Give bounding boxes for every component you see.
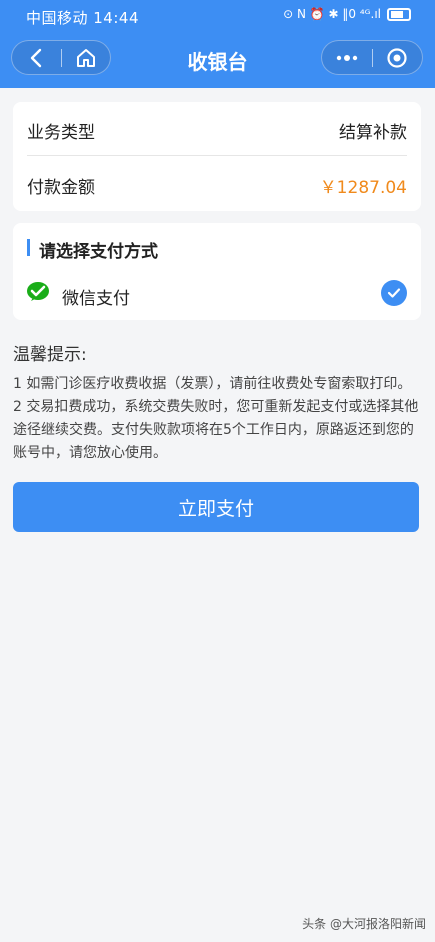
- order-info-card: 业务类型 结算补款 付款金额 ￥1287.04: [13, 102, 421, 211]
- business-type-row: 业务类型 结算补款: [27, 102, 407, 156]
- business-type-label: 业务类型: [27, 123, 95, 143]
- amount-label: 付款金额: [27, 178, 95, 198]
- amount-row: 付款金额 ￥1287.04: [27, 157, 407, 211]
- payment-section-title: 请选择支付方式: [27, 237, 158, 262]
- checkmark-icon: [387, 288, 401, 298]
- close-miniprogram-button[interactable]: [372, 41, 422, 74]
- top-bar: 中国移动 14:44 ⊙ N ⏰ ✱ ‖0 ⁴ᴳ.ıl 收银台: [0, 0, 435, 88]
- tips-section: 温馨提示: 1 如需门诊医疗收费收据（发票），请前往收费处专窗索取打印。 2 交…: [13, 340, 423, 465]
- wechat-icon: [27, 282, 49, 301]
- wechat-pay-option[interactable]: 微信支付: [27, 279, 407, 311]
- payment-method-card: 请选择支付方式 微信支付: [13, 223, 421, 320]
- nav-right-capsule: [321, 40, 423, 75]
- status-bar: 中国移动 14:44 ⊙ N ⏰ ✱ ‖0 ⁴ᴳ.ıl: [0, 0, 435, 34]
- more-dots-icon: [336, 54, 357, 61]
- battery-icon: [387, 7, 411, 21]
- amount-value: ￥1287.04: [319, 178, 407, 198]
- tips-title: 温馨提示:: [13, 345, 87, 365]
- business-type-value: 结算补款: [339, 123, 407, 143]
- selected-check-icon[interactable]: [381, 280, 407, 306]
- wechat-pay-label: 微信支付: [62, 289, 130, 309]
- more-button[interactable]: [322, 41, 372, 74]
- tip-line-1: 1 如需门诊医疗收费收据（发票），请前往收费处专窗索取打印。: [13, 376, 412, 392]
- status-icons: ⊙ N ⏰ ✱ ‖0 ⁴ᴳ.ıl: [283, 7, 411, 21]
- status-carrier-time: 中国移动 14:44: [26, 9, 139, 27]
- pay-now-button[interactable]: 立即支付: [13, 482, 419, 532]
- status-icons-text: ⊙ N ⏰ ✱ ‖0 ⁴ᴳ.ıl: [283, 7, 381, 21]
- watermark: 头条 @大河报洛阳新闻: [302, 917, 426, 931]
- tip-line-2: 2 交易扣费成功，系统交费失败时，您可重新发起支付或选择其他途径继续交费。支付失…: [13, 399, 419, 461]
- target-circle-icon: [387, 47, 407, 68]
